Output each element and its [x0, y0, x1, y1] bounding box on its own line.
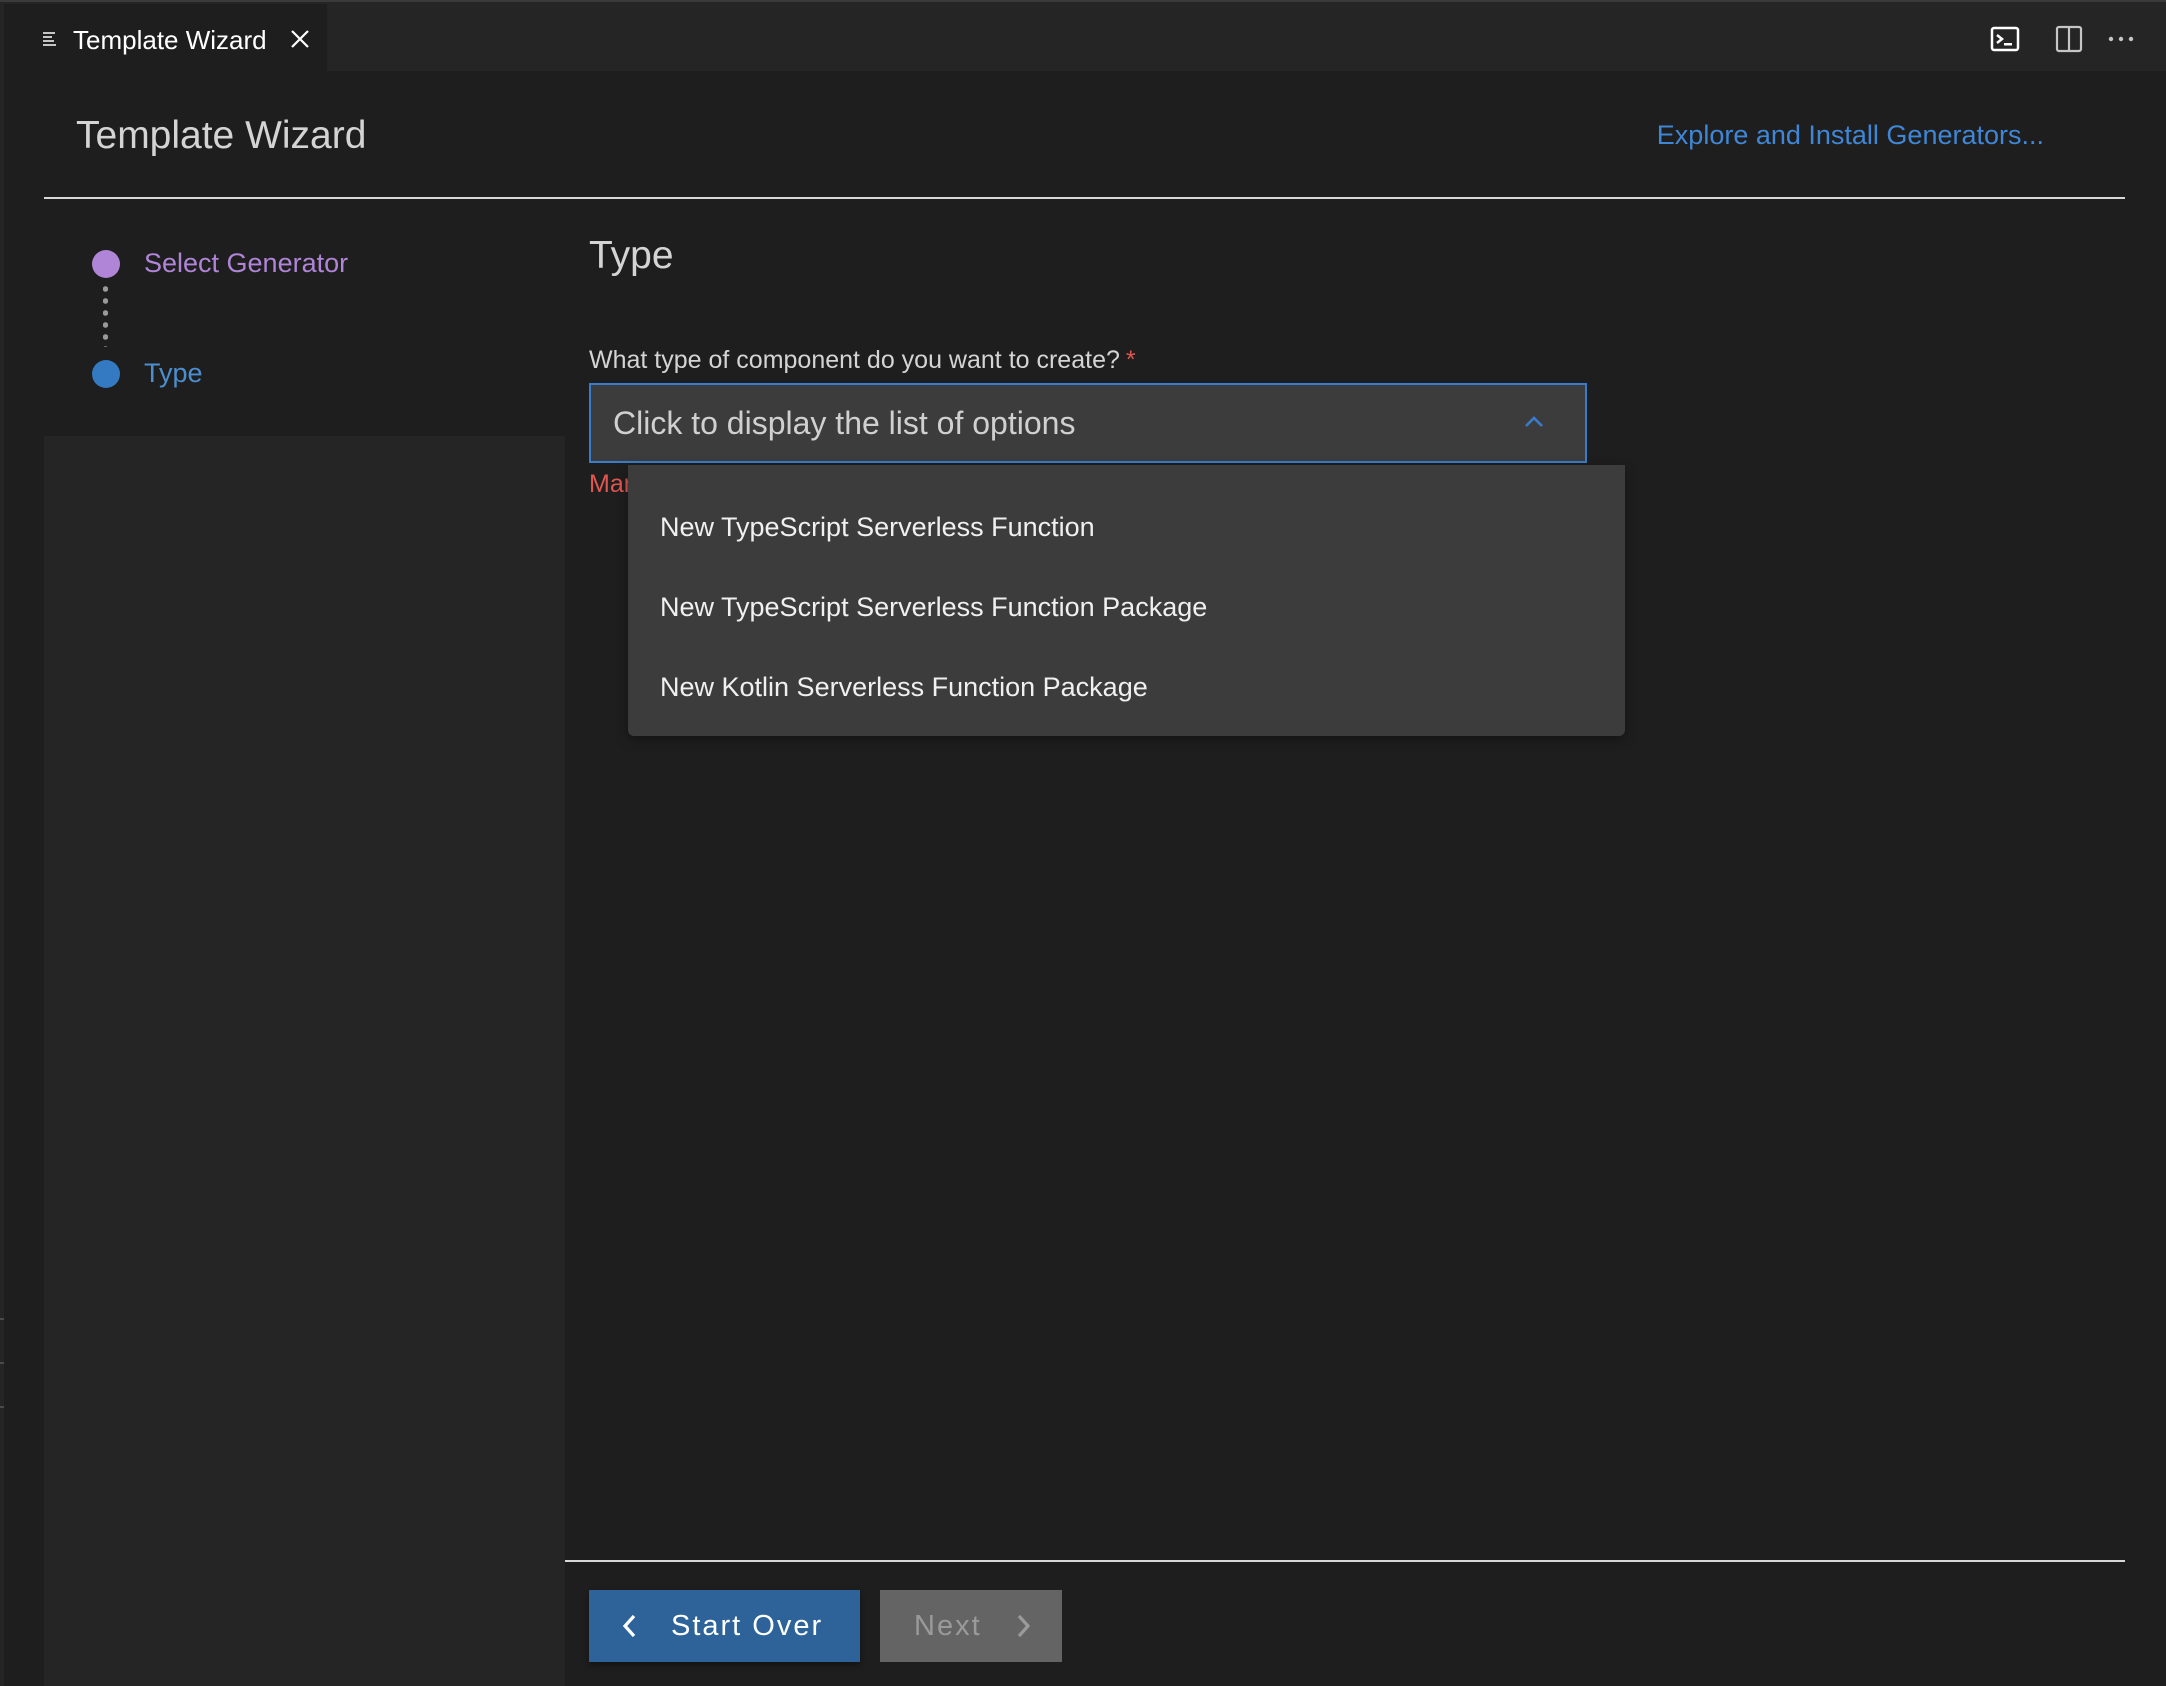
edge-tick: [0, 1362, 4, 1364]
editor-tab-bar: Template Wizard: [0, 0, 2166, 73]
split-editor-icon[interactable]: [2054, 24, 2084, 54]
question-text: What type of component do you want to cr…: [589, 346, 1120, 374]
section-title: Type: [589, 234, 674, 277]
start-over-label: Start Over: [671, 1609, 824, 1642]
preview-lines-icon: [43, 32, 56, 46]
start-over-button[interactable]: Start Over: [589, 1590, 860, 1662]
question-label: What type of component do you want to cr…: [589, 346, 1136, 375]
step-connector: [103, 283, 108, 347]
next-label: Next: [914, 1609, 982, 1642]
page-title: Template Wizard: [76, 114, 367, 157]
step-type[interactable]: Type: [92, 358, 203, 389]
options-dropdown: New TypeScript Serverless Function New T…: [628, 465, 1625, 736]
explore-generators-link[interactable]: Explore and Install Generators...: [1657, 120, 2044, 151]
step-completed-dot-icon: [92, 249, 120, 278]
step-label: Type: [144, 358, 203, 388]
step-active-dot-icon: [92, 359, 120, 388]
required-marker: *: [1125, 346, 1136, 374]
step-label: Select Generator: [144, 248, 349, 278]
select-placeholder: Click to display the list of options: [613, 405, 1076, 441]
step-select-generator[interactable]: Select Generator: [92, 248, 348, 279]
dropdown-option[interactable]: New TypeScript Serverless Function Packa…: [628, 567, 1625, 647]
terminal-icon[interactable]: [1990, 24, 2020, 54]
header-divider: [44, 197, 2125, 199]
next-button[interactable]: Next: [880, 1590, 1062, 1662]
chevron-right-icon: [1017, 1614, 1030, 1638]
tab-title: Template Wizard: [73, 25, 267, 55]
close-icon[interactable]: [289, 28, 311, 50]
edge-tick: [0, 1318, 4, 1320]
component-type-select[interactable]: Click to display the list of options: [589, 383, 1587, 463]
footer-divider: [565, 1560, 2125, 1562]
dropdown-option[interactable]: New Kotlin Serverless Function Package: [628, 647, 1625, 727]
tab-template-wizard[interactable]: Template Wizard: [4, 4, 327, 73]
dropdown-option[interactable]: New TypeScript Serverless Function: [628, 487, 1625, 567]
more-actions-icon[interactable]: [2106, 24, 2136, 54]
chevron-left-icon: [622, 1614, 636, 1638]
stepper-panel: [44, 436, 565, 1686]
edge-tick: [0, 1406, 4, 1408]
chevron-up-icon: [1525, 416, 1543, 427]
activity-edge: [0, 71, 4, 1686]
